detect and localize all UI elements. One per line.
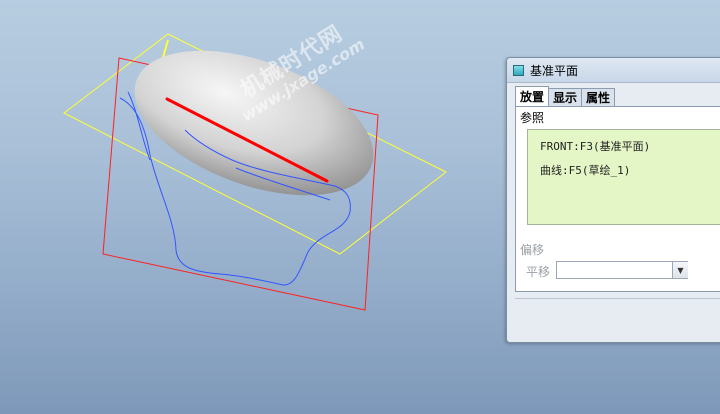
datum-plane-dialog[interactable]: 基准平面 放置 显示 属性 参照 FRONT:F3(基准平面) 法 曲线:F5(… <box>506 57 720 343</box>
dialog-title: 基准平面 <box>530 63 579 78</box>
references-label: 参照 <box>520 111 545 125</box>
tab-properties[interactable]: 属性 <box>581 88 616 106</box>
translate-label: 平移 <box>526 265 551 279</box>
translate-input[interactable] <box>556 261 688 279</box>
tab-placement[interactable]: 放置 <box>515 86 550 106</box>
oval-surface[interactable] <box>115 22 392 224</box>
tab-display[interactable]: 显示 <box>548 88 583 106</box>
chevron-down-icon[interactable]: ▼ <box>672 262 688 278</box>
dialog-titlebar[interactable]: 基准平面 <box>507 58 720 83</box>
references-collector[interactable]: FRONT:F3(基准平面) 法 曲线:F5(草绘_1) 穿 <box>527 129 720 225</box>
datum-plane-icon <box>513 64 524 76</box>
reference-item-front[interactable]: FRONT:F3(基准平面) <box>540 138 650 154</box>
dialog-button-area <box>515 298 720 337</box>
offset-label: 偏移 <box>520 243 545 257</box>
dialog-tabs: 放置 显示 属性 <box>515 86 616 106</box>
reference-item-curve[interactable]: 曲线:F5(草绘_1) <box>540 162 630 178</box>
placement-panel: 参照 FRONT:F3(基准平面) 法 曲线:F5(草绘_1) 穿 偏移 平移 … <box>515 106 720 292</box>
